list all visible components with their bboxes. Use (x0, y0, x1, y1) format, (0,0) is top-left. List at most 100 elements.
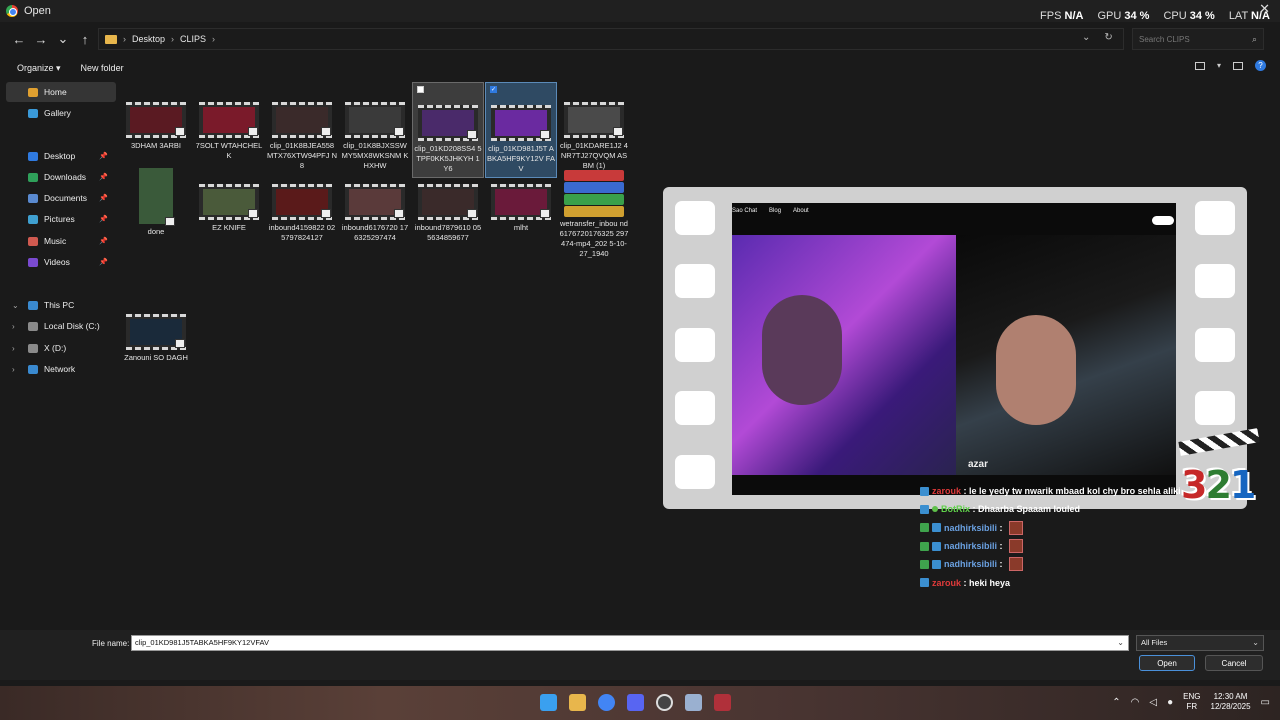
file-tile[interactable]: ✓ clip_01KD981J5T ABKA5HF9KY12V FAV (485, 82, 557, 178)
file-tile[interactable]: 3DHAM 3ARBI (120, 102, 192, 151)
chevron-up-icon[interactable]: ⌃ (1112, 697, 1120, 708)
cancel-button[interactable]: Cancel (1205, 655, 1263, 671)
selection-checkbox[interactable]: ✓ (490, 86, 497, 93)
sidebar-item-label: X (D:) (44, 343, 67, 353)
perf-label: FPS (1040, 10, 1062, 22)
start-icon[interactable] (540, 694, 557, 711)
help-icon[interactable]: ? (1255, 60, 1266, 71)
view-options-icon[interactable] (1194, 61, 1205, 70)
network-icon (28, 364, 38, 374)
sidebar-item-pictures[interactable]: Pictures 📌 (6, 209, 116, 229)
file-list: 3DHAM 3ARBI 7SOLT WTAHCHELK clip_01K8BJEA5… (120, 80, 632, 628)
video-thumbnail (345, 184, 405, 220)
file-tile[interactable]: wetransfer_inbou nd6176720176325 297474-… (558, 170, 630, 259)
refresh-icon[interactable]: ↻ (1104, 32, 1112, 43)
address-dropdown-icon[interactable]: ⌄ (1082, 32, 1090, 43)
pin-icon: 📌 (99, 216, 108, 223)
system-tray: ⌃ ◠ ◁ ● ENG FR 12:30 AM 12/28/2025 ▭ (1112, 692, 1270, 712)
file-name-input[interactable]: clip_01KD981J5TABKA5HF9KY12VFAV ⌄ (131, 635, 1129, 651)
file-tile[interactable]: Zanouni SO DAGH (120, 314, 192, 363)
expand-icon[interactable]: › (12, 365, 15, 374)
sidebar-item-gallery[interactable]: Gallery (6, 103, 116, 123)
breadcrumb-desktop[interactable]: Desktop (132, 34, 165, 44)
film-perforation (1195, 264, 1235, 298)
sidebar-item-desktop[interactable]: Desktop 📌 (6, 146, 116, 166)
file-type-select[interactable]: All Files ⌄ (1136, 635, 1264, 651)
video-site-nav: Sao Chat Blog About (732, 203, 1176, 219)
verified-dot-icon (932, 506, 938, 513)
expand-icon[interactable]: › (12, 344, 15, 353)
file-tile[interactable]: done (120, 168, 192, 237)
recent-locations-button[interactable]: ⌄ (52, 28, 74, 50)
file-tile[interactable]: 7SOLT WTAHCHELK (193, 102, 265, 161)
close-icon[interactable]: ✕ (1259, 1, 1270, 17)
file-tile[interactable]: mlht (485, 184, 557, 233)
sidebar-item-local-disk-c[interactable]: › Local Disk (C:) (6, 316, 116, 336)
breadcrumb-clips[interactable]: CLIPS (180, 34, 206, 44)
forward-button[interactable]: → (30, 28, 52, 50)
video-file-icon (175, 127, 185, 136)
microphone-icon[interactable]: ● (1167, 697, 1173, 708)
video-thumbnail (126, 314, 186, 350)
notifications-icon[interactable]: ▭ (1261, 697, 1270, 708)
file-tile[interactable]: inbound4159822 025797824127 (266, 184, 338, 243)
explorer-icon[interactable] (569, 694, 586, 711)
video-right-panel (956, 235, 1176, 475)
file-tile[interactable]: clip_01K8BJXSSW MY5MX8WKSNM KHXHW (339, 102, 411, 171)
sidebar-item-music[interactable]: Music 📌 (6, 231, 116, 251)
file-tile[interactable]: clip_01K8BJEA558 MTX76XTW94PFJ N8 (266, 102, 338, 171)
language-indicator[interactable]: ENG FR (1183, 692, 1200, 712)
address-bar[interactable]: › Desktop › CLIPS › (98, 28, 1124, 50)
chevron-down-icon[interactable]: ⌄ (1117, 636, 1124, 650)
obs-icon[interactable] (656, 694, 673, 711)
file-tile[interactable]: clip_01KDARE1J2 4NR7TJ27QVQM ASBM (1) (558, 102, 630, 171)
back-button[interactable]: ← (8, 28, 30, 50)
sidebar-item-label: Gallery (44, 108, 71, 118)
file-name: clip_01KD981J5T ABKA5HF9KY12V FAV (487, 144, 555, 173)
file-tile[interactable]: EZ KNIFE (193, 184, 265, 233)
chrome-icon[interactable] (598, 694, 615, 711)
chat-text: heki heya (969, 577, 1011, 588)
clock[interactable]: 12:30 AM 12/28/2025 (1211, 692, 1251, 712)
network-icon[interactable]: ◠ (1131, 697, 1140, 708)
video-thumbnail (418, 105, 478, 141)
file-tile[interactable]: inbound6176720 176325297474 (339, 184, 411, 243)
selection-checkbox[interactable] (417, 86, 424, 93)
sidebar-item-home[interactable]: Home (6, 82, 116, 102)
chevron-down-icon[interactable]: ⌄ (1252, 636, 1259, 650)
up-button[interactable]: ↑ (74, 28, 96, 50)
file-tile[interactable]: inbound7879610 055634859677 (412, 184, 484, 243)
organize-button[interactable]: Organize ▾ (17, 63, 61, 74)
app-icon[interactable] (714, 694, 731, 711)
folder-icon (105, 34, 117, 44)
file-name: clip_01K8BJEA558 MTX76XTW94PFJ N8 (267, 141, 338, 170)
settings-icon[interactable] (685, 694, 702, 711)
sidebar-item-label: Pictures (44, 214, 75, 224)
chat-message: nadhirksibili : (920, 537, 1260, 555)
sidebar-item-x-d[interactable]: › X (D:) (6, 338, 116, 358)
preview-pane-icon[interactable] (1233, 61, 1243, 70)
sidebar-item-documents[interactable]: Documents 📌 (6, 188, 116, 208)
expand-icon[interactable]: ⌄ (12, 301, 19, 310)
person-silhouette (996, 315, 1076, 425)
chat-badge-icon (932, 541, 941, 551)
discord-icon[interactable] (627, 694, 644, 711)
open-button[interactable]: Open (1139, 655, 1195, 671)
chat-message: BotRix : Dhaarba Spaaam louled (920, 500, 1260, 518)
video-preview-frame: Sao Chat Blog About azar (663, 187, 1247, 509)
file-name: inbound6176720 176325297474 (341, 223, 409, 242)
expand-icon[interactable]: › (12, 322, 15, 331)
file-tile[interactable]: clip_01KD208SS4 5TPF0KK5JHKYH 1Y6 (412, 82, 484, 178)
taskbar: ⌃ ◠ ◁ ● ENG FR 12:30 AM 12/28/2025 ▭ (0, 686, 1280, 720)
downloads-icon (28, 172, 38, 182)
sidebar-item-downloads[interactable]: Downloads 📌 (6, 167, 116, 187)
sidebar-item-videos[interactable]: Videos 📌 (6, 252, 116, 272)
chevron-down-icon[interactable]: ▾ (1217, 61, 1221, 70)
sidebar-item-network[interactable]: › Network (6, 359, 116, 379)
sidebar-item-this-pc[interactable]: ⌄ This PC (6, 295, 116, 315)
chat-username: zarouk (932, 577, 962, 588)
new-folder-button[interactable]: New folder (81, 63, 124, 73)
taskbar-apps (540, 694, 731, 711)
search-input[interactable]: Search CLIPS ⌕ (1132, 28, 1264, 50)
volume-icon[interactable]: ◁ (1149, 697, 1157, 708)
